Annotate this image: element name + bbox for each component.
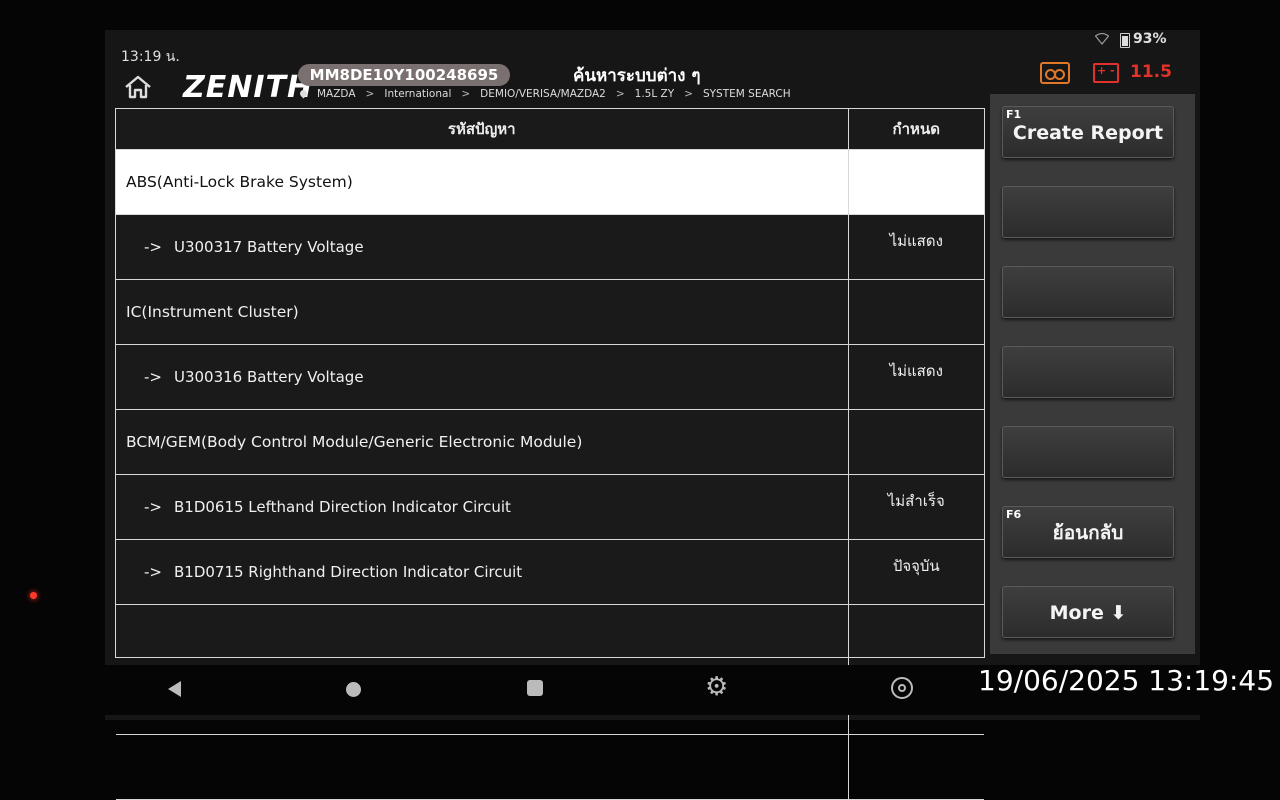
row-status: [848, 149, 984, 215]
table-header-row: รหัสปัญหา กำหนด: [116, 109, 984, 150]
chevron-right-icon: >: [615, 88, 625, 100]
row-code: BCM/GEM(Body Control Module/Generic Elec…: [116, 409, 849, 475]
page-title: ค้นหาระบบต่าง ๆ: [573, 66, 701, 86]
row-status: ไม่แสดง: [848, 344, 984, 410]
wifi-icon: [1095, 33, 1109, 45]
row-code-text: IC(Instrument Cluster): [126, 303, 299, 321]
battery-icon: [1120, 33, 1130, 48]
function-key-7[interactable]: More ⬇: [1002, 586, 1174, 638]
row-code-text: BCM/GEM(Body Control Module/Generic Elec…: [126, 433, 583, 451]
home-circle-icon[interactable]: [346, 682, 361, 697]
status-bar: 93%: [105, 30, 1200, 52]
row-code: -> U300317 Battery Voltage: [116, 214, 849, 280]
row-status: ไม่แสดง: [848, 214, 984, 280]
function-key-panel: F1 Create Report F6 ย้อนกลับ More ⬇: [990, 94, 1195, 654]
settings-gear-icon[interactable]: ⚙: [705, 672, 728, 702]
chrome-icon[interactable]: [891, 677, 913, 699]
table-row[interactable]: -> U300316 Battery Voltage ไม่แสดง: [116, 344, 984, 410]
breadcrumb: MAZDA > International > DEMIO/VERISA/MAZDA2 >…: [298, 88, 791, 100]
function-key-text: ย้อนกลับ: [1052, 522, 1124, 544]
battery-voltage: 11.5: [1130, 62, 1172, 82]
dtc-table: รหัสปัญหา กำหนด ABS(Anti-Lock Brake Syst…: [115, 108, 985, 800]
table-row-empty: [116, 604, 984, 670]
row-status: [848, 604, 984, 670]
breadcrumb-item: MAZDA: [317, 88, 356, 100]
row-arrow: ->: [144, 498, 162, 516]
record-icon[interactable]: [1040, 62, 1070, 84]
row-code-text: U300316 Battery Voltage: [173, 368, 364, 386]
row-code: IC(Instrument Cluster): [116, 279, 849, 345]
function-key-4[interactable]: [1002, 346, 1174, 398]
back-icon[interactable]: [168, 681, 181, 697]
row-arrow: ->: [144, 563, 162, 581]
location-pin-icon: [298, 88, 309, 99]
row-arrow: ->: [144, 368, 162, 386]
car-battery-icon: [1093, 63, 1119, 83]
table-row[interactable]: -> B1D0715 Righthand Direction Indicator …: [116, 539, 984, 605]
tablet-screen: 93% 13:19 น. ZENITH MM8DE10Y100248695 ค้…: [105, 30, 1200, 800]
device-led: [30, 592, 37, 599]
function-key-3[interactable]: [1002, 266, 1174, 318]
home-icon[interactable]: [123, 74, 153, 100]
function-key-1[interactable]: F1 Create Report: [1002, 106, 1174, 158]
breadcrumb-item: International: [384, 88, 452, 100]
overlay-timestamp: 19/06/2025 13:19:45: [978, 664, 1275, 697]
row-status: [848, 409, 984, 475]
chevron-right-icon: >: [684, 88, 693, 100]
chevron-right-icon: >: [365, 88, 375, 100]
row-arrow: ->: [144, 238, 162, 256]
function-key-label: F1: [1006, 108, 1022, 121]
breadcrumb-item: SYSTEM SEARCH: [702, 88, 791, 100]
table-row[interactable]: ABS(Anti-Lock Brake System): [116, 149, 984, 215]
row-code: -> B1D0715 Righthand Direction Indicator …: [116, 539, 849, 605]
row-status: ไม่สำเร็จ: [848, 474, 984, 540]
function-key-2[interactable]: [1002, 186, 1174, 238]
zenith-logo: ZENITH: [183, 70, 314, 105]
row-code-text: B1D0715 Righthand Direction Indicator Ci…: [173, 563, 523, 581]
chevron-right-icon: >: [461, 88, 471, 100]
breadcrumb-item: DEMIO/VERISA/MAZDA2: [480, 88, 606, 100]
row-code: [116, 734, 849, 800]
row-code-text: ABS(Anti-Lock Brake System): [126, 173, 353, 191]
function-key-5[interactable]: [1002, 426, 1174, 478]
recents-icon[interactable]: [527, 680, 543, 696]
row-code: -> U300316 Battery Voltage: [116, 344, 849, 410]
table-row[interactable]: IC(Instrument Cluster): [116, 279, 984, 345]
row-status: [848, 734, 984, 800]
function-key-6[interactable]: F6 ย้อนกลับ: [1002, 506, 1174, 558]
table-row[interactable]: -> U300317 Battery Voltage ไม่แสดง: [116, 214, 984, 280]
row-code-text: B1D0615 Lefthand Direction Indicator Cir…: [173, 498, 511, 516]
table-row-empty: [116, 734, 984, 800]
column-header-code: รหัสปัญหา: [116, 109, 849, 150]
battery-percent: 93%: [1133, 31, 1167, 47]
function-key-label: F6: [1006, 508, 1022, 521]
function-key-text: Create Report: [1012, 122, 1164, 144]
row-code-text: U300317 Battery Voltage: [173, 238, 364, 256]
row-status: [848, 279, 984, 345]
table-row[interactable]: BCM/GEM(Body Control Module/Generic Elec…: [116, 409, 984, 475]
row-code: [116, 604, 849, 670]
row-code: -> B1D0615 Lefthand Direction Indicator C…: [116, 474, 849, 540]
function-key-text: More ⬇: [1049, 602, 1127, 624]
row-status: ปัจจุบัน: [848, 539, 984, 605]
table-row[interactable]: -> B1D0615 Lefthand Direction Indicator C…: [116, 474, 984, 540]
breadcrumb-item: 1.5L ZY: [634, 88, 675, 100]
row-code: ABS(Anti-Lock Brake System): [116, 149, 849, 215]
vin-badge: MM8DE10Y100248695: [298, 64, 510, 86]
column-header-status: กำหนด: [848, 109, 984, 150]
